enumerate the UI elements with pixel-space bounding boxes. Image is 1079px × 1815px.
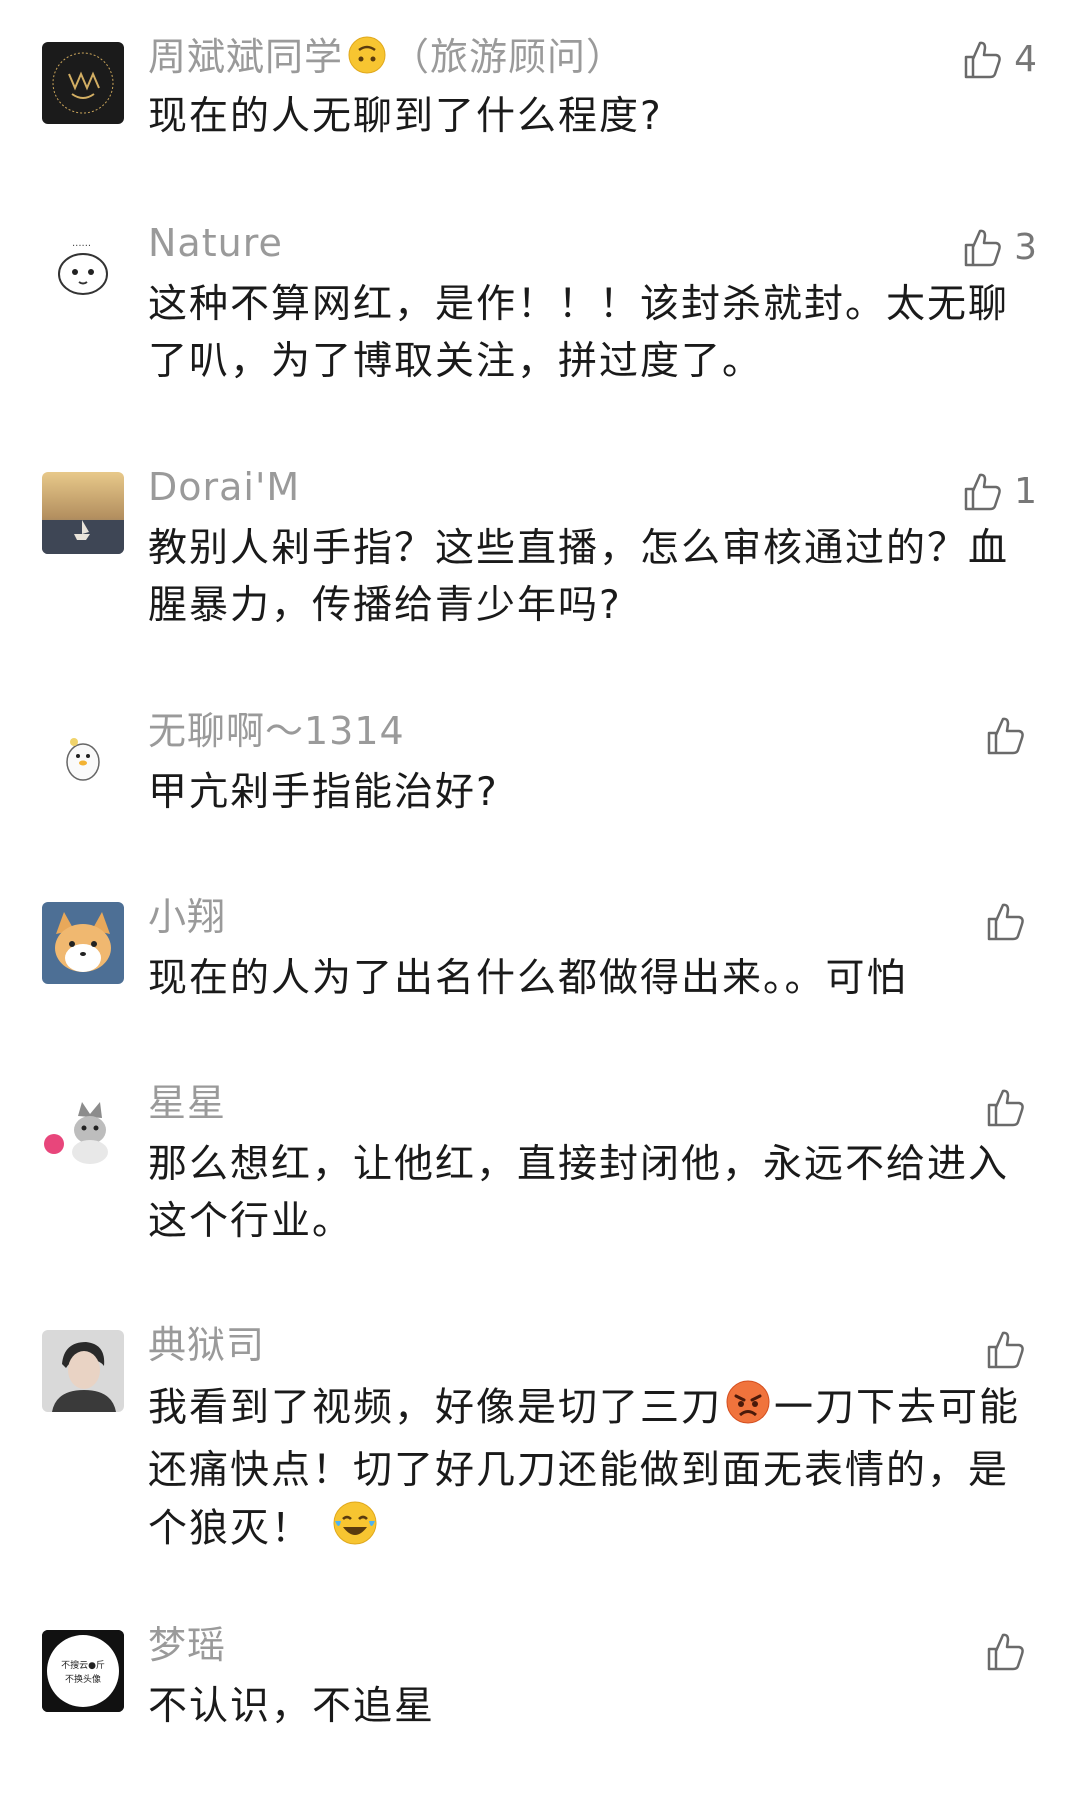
comment-text: 现在的人无聊到了什么程度? xyxy=(148,94,663,139)
thumbs-up-icon xyxy=(983,713,1027,757)
crying-laughing-face-icon xyxy=(330,1499,380,1563)
comment-text: 我看到了视频，好像是切了三刀 一刀下去可能还痛快点！切了好几刀还能做到面无表情的，… xyxy=(148,1378,1028,1563)
cartoon-face-avatar-icon: ...... xyxy=(42,228,124,310)
thumbs-up-icon xyxy=(983,1629,1027,1673)
avatar[interactable] xyxy=(42,902,124,984)
thumbs-up-icon xyxy=(960,469,1004,513)
thumbs-up-icon xyxy=(960,225,1004,269)
svg-text:不换头像: 不换头像 xyxy=(65,1673,101,1685)
username[interactable]: Nature xyxy=(148,220,283,266)
avatar[interactable] xyxy=(42,472,124,554)
corgi-avatar-icon xyxy=(42,902,124,984)
like-button[interactable]: 3 xyxy=(960,222,1037,272)
avatar[interactable] xyxy=(42,1330,124,1412)
angry-face-icon xyxy=(722,1378,774,1442)
comment-text: 教别人剁手指？这些直播，怎么审核通过的？血腥暴力，传播给青少年吗? xyxy=(148,526,1010,628)
like-count: 1 xyxy=(1014,470,1037,512)
username[interactable]: 梦瑶 xyxy=(148,1622,226,1668)
thumbs-up-icon xyxy=(983,899,1027,943)
svg-text:......: ...... xyxy=(72,238,91,249)
duck-avatar-icon xyxy=(42,716,124,798)
avatar[interactable] xyxy=(42,42,124,124)
thumbs-up-icon xyxy=(983,1085,1027,1129)
like-button[interactable]: 4 xyxy=(960,34,1037,84)
thumbs-up-icon xyxy=(960,37,1004,81)
like-button[interactable] xyxy=(983,896,1037,946)
comment-text: 这种不算网红，是作！！！该封杀就封。太无聊了叭，为了博取关注，拼过度了。 xyxy=(148,282,1010,384)
avatar[interactable]: 不搜云●斤 不换头像 xyxy=(42,1630,124,1712)
username[interactable]: 周斌斌同学 （旅游顾问） xyxy=(148,34,625,85)
like-button[interactable] xyxy=(983,710,1037,760)
username[interactable]: Dorai'M xyxy=(148,464,300,510)
like-button[interactable]: 1 xyxy=(960,466,1037,516)
like-button[interactable] xyxy=(983,1082,1037,1132)
avatar[interactable] xyxy=(42,1088,124,1170)
comment-text: 现在的人为了出名什么都做得出来。。可怕 xyxy=(148,956,908,1001)
username[interactable]: 小翔 xyxy=(148,894,226,940)
thumbs-up-icon xyxy=(983,1327,1027,1371)
portrait-avatar-icon xyxy=(42,1330,124,1412)
upside-down-face-icon xyxy=(347,35,387,85)
kitten-avatar-icon xyxy=(42,1088,124,1170)
svg-text:不搜云●斤: 不搜云●斤 xyxy=(61,1659,105,1671)
avatar[interactable]: ...... xyxy=(42,228,124,310)
username[interactable]: 无聊啊～1314 xyxy=(148,708,405,754)
sunset-boat-avatar-icon xyxy=(42,472,124,554)
like-count: 3 xyxy=(1014,226,1037,268)
gold-monogram-avatar-icon xyxy=(42,42,124,124)
comment-text: 那么想红，让他红，直接封闭他，永远不给进入这个行业。 xyxy=(148,1142,1010,1244)
username[interactable]: 星星 xyxy=(148,1080,226,1126)
like-button[interactable] xyxy=(983,1626,1037,1676)
like-button[interactable] xyxy=(983,1324,1037,1374)
comment-text: 不认识，不追星 xyxy=(148,1684,436,1729)
username[interactable]: 典狱司 xyxy=(148,1322,265,1368)
like-count: 4 xyxy=(1014,38,1037,80)
comment-text: 甲亢剁手指能治好? xyxy=(148,770,499,815)
text-circle-avatar-icon: 不搜云●斤 不换头像 xyxy=(42,1630,124,1712)
avatar[interactable] xyxy=(42,716,124,798)
